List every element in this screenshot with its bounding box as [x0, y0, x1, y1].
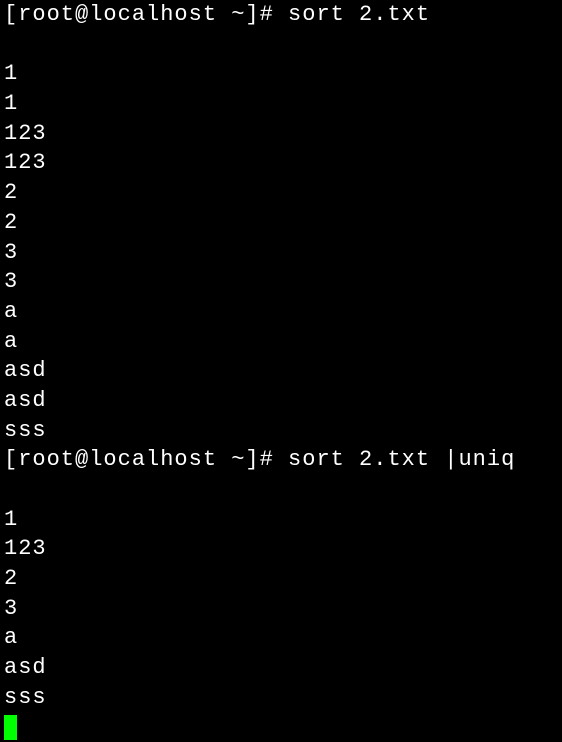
output-line: 1 — [4, 89, 558, 119]
output-line: 123 — [4, 148, 558, 178]
shell-prompt-line-1: [root@localhost ~]# sort 2.txt — [4, 0, 558, 30]
output-line: sss — [4, 416, 558, 446]
output-line: 2 — [4, 178, 558, 208]
blank-line — [4, 475, 558, 505]
output-line: a — [4, 297, 558, 327]
output-line: a — [4, 623, 558, 653]
output-line: asd — [4, 653, 558, 683]
cursor-icon — [4, 715, 17, 739]
shell-prompt-line-3[interactable] — [4, 713, 558, 742]
output-line: 123 — [4, 119, 558, 149]
output-line: 3 — [4, 267, 558, 297]
output-line: 123 — [4, 534, 558, 564]
blank-line — [4, 30, 558, 60]
output-line: 2 — [4, 564, 558, 594]
shell-command: sort 2.txt — [288, 2, 430, 27]
output-line: 3 — [4, 594, 558, 624]
output-line: 1 — [4, 505, 558, 535]
shell-prompt-line-2: [root@localhost ~]# sort 2.txt |uniq — [4, 445, 558, 475]
output-line: asd — [4, 386, 558, 416]
output-line: sss — [4, 683, 558, 713]
shell-command: sort 2.txt |uniq — [288, 447, 515, 472]
output-line: 3 — [4, 238, 558, 268]
output-line: 1 — [4, 59, 558, 89]
output-line: asd — [4, 356, 558, 386]
shell-prompt-prefix: [root@localhost ~]# — [4, 2, 288, 27]
shell-prompt-prefix: [root@localhost ~]# — [4, 447, 288, 472]
output-line: 2 — [4, 208, 558, 238]
output-line: a — [4, 327, 558, 357]
